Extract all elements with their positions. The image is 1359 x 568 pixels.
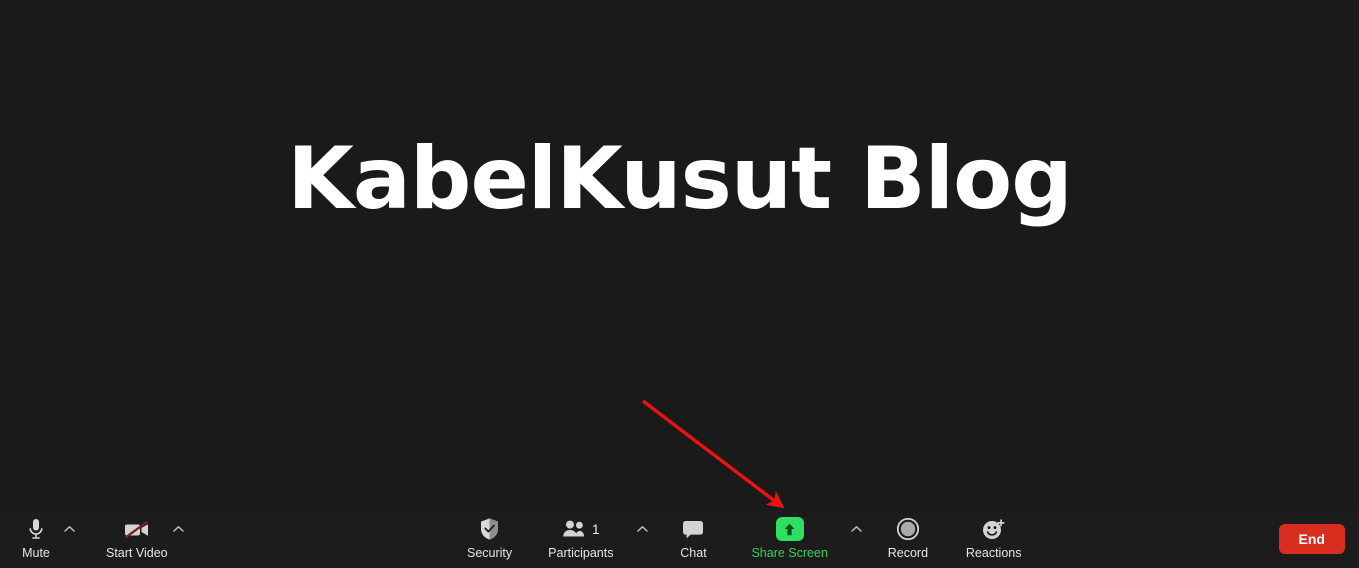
share-screen-label: Share Screen: [751, 546, 828, 560]
participants-options-chevron-up-icon[interactable]: [633, 516, 651, 542]
smiley-plus-icon: [981, 516, 1007, 542]
share-screen-options-chevron-up-icon[interactable]: [848, 516, 866, 542]
zoom-meeting-window: KabelKusut Blog Mute Start Video Securit…: [0, 0, 1359, 568]
end-meeting-button[interactable]: End: [1278, 524, 1345, 554]
reactions-label: Reactions: [965, 546, 1022, 560]
meeting-toolbar: Mute Start Video Security 1 Participants…: [0, 510, 1359, 568]
chat-button[interactable]: Chat: [671, 510, 715, 560]
people-icon: 1: [562, 516, 600, 542]
page-title: KabelKusut Blog: [287, 129, 1073, 229]
security-button[interactable]: Security: [467, 510, 512, 560]
start-video-label: Start Video: [106, 546, 168, 560]
start-video-button[interactable]: Start Video: [106, 510, 168, 560]
participants-button[interactable]: 1 Participants: [548, 510, 613, 560]
mute-button[interactable]: Mute: [14, 510, 58, 560]
participants-count: 1: [591, 521, 600, 537]
microphone-icon: [28, 516, 44, 542]
chat-bubble-icon: [681, 516, 705, 542]
record-button[interactable]: Record: [886, 510, 930, 560]
toolbar-left-group: Mute Start Video: [14, 510, 190, 568]
security-label: Security: [467, 546, 513, 560]
toolbar-right-group: End: [1278, 522, 1345, 556]
share-screen-up-arrow-icon: [775, 516, 804, 542]
record-circle-icon: [896, 516, 920, 542]
video-options-chevron-up-icon[interactable]: [170, 516, 188, 542]
share-screen-button[interactable]: Share Screen: [751, 510, 828, 560]
meeting-stage: KabelKusut Blog: [0, 0, 1359, 510]
record-label: Record: [887, 546, 929, 560]
mute-options-chevron-up-icon[interactable]: [60, 516, 78, 542]
chat-label: Chat: [680, 546, 707, 560]
shield-icon: [479, 516, 500, 542]
mute-label: Mute: [22, 546, 50, 560]
video-camera-off-icon: [122, 516, 152, 542]
reactions-button[interactable]: Reactions: [966, 510, 1022, 560]
toolbar-center-group: Security 1 Participants Chat Share Scree…: [467, 510, 1040, 568]
participants-label: Participants: [548, 546, 614, 560]
